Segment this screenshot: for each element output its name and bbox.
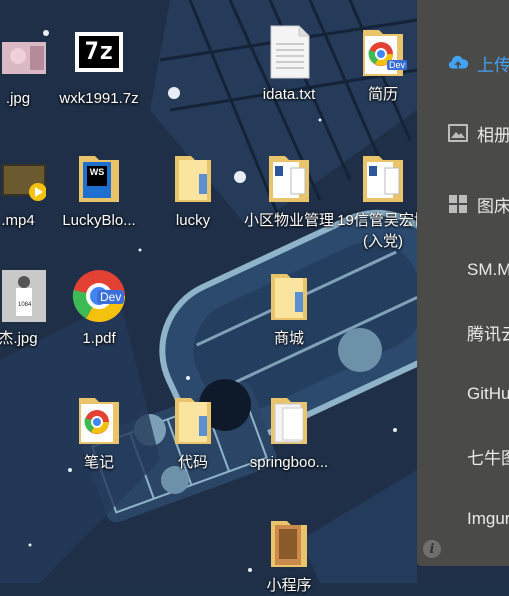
panel-item-github[interactable]: GitHub <box>417 378 509 410</box>
sevenzip-archive-icon: 7z <box>71 28 127 84</box>
folder-with-chrome-dev-icon <box>71 392 127 448</box>
desktop-icon-xiaoqu-folder[interactable]: 小区物业管理 <box>241 150 337 231</box>
photo-tag-text: 1084 <box>18 302 32 308</box>
folder-with-files-icon <box>261 392 317 448</box>
panel-item-qiniu[interactable]: 七牛图床 <box>417 440 509 472</box>
folder-with-documents-icon <box>355 150 411 206</box>
panel-item-album[interactable]: 相册 <box>417 117 509 149</box>
dev-badge: Dev <box>387 60 408 70</box>
desktop-icon-1-pdf[interactable]: Dev 1.pdf <box>51 268 147 349</box>
image-thumbnail-icon: 1084 <box>0 268 46 324</box>
folder-icon <box>165 392 221 448</box>
folder-icon <box>165 150 221 206</box>
folder-icon <box>261 268 317 324</box>
desktop-icon-daima-folder[interactable]: 代码 <box>145 392 241 473</box>
icon-label: idata.txt <box>262 86 316 103</box>
panel-item-tencent-cloud[interactable]: 腾讯云 <box>417 316 509 348</box>
icon-label: 小区物业管理 <box>243 212 334 229</box>
webstorm-badge: WS <box>89 167 105 177</box>
panel-item-label: SM.MS <box>467 260 509 279</box>
image-thumbnail-icon <box>0 28 46 84</box>
panel-item-label: GitHub <box>467 384 509 403</box>
desktop-icon-biji-folder[interactable]: 笔记 <box>51 392 147 473</box>
icon-label: 代码 <box>177 454 208 471</box>
folder-with-image-icon <box>261 515 317 571</box>
chrome-dev-pdf-icon: Dev <box>71 268 127 324</box>
icon-label: 1.pdf <box>82 330 116 347</box>
panel-item-label: 七牛图床 <box>467 448 509 468</box>
desktop-icon-luckyblog[interactable]: WS LuckyBlo... <box>51 150 147 231</box>
dev-badge: Dev <box>97 290 125 304</box>
panel-item-label: 相册 <box>477 125 509 145</box>
folder-with-documents-icon <box>261 150 317 206</box>
sevenzip-logo-text: 7z <box>84 37 114 65</box>
icon-label: 商城 <box>273 330 304 347</box>
icon-label: lucky <box>175 212 211 229</box>
desktop-icon-wxk1991-7z[interactable]: 7z wxk1991.7z <box>51 28 147 109</box>
icon-label: LuckyBlo... <box>62 212 136 229</box>
panel-item-imgur[interactable]: Imgur <box>417 503 509 535</box>
panel-item-label: 上传 <box>477 55 509 75</box>
icon-label: 小程序 <box>266 577 312 594</box>
icon-label: springboo... <box>249 454 329 471</box>
panel-item-smms[interactable]: SM.MS <box>417 254 509 286</box>
desktop-icon-idata-txt[interactable]: idata.txt <box>241 24 337 105</box>
panel-item-upload[interactable]: 上传 <box>417 47 509 79</box>
video-thumbnail-icon <box>0 150 47 206</box>
desktop-icon-shangcheng-folder[interactable]: 商城 <box>241 268 337 349</box>
desktop-icon-springboot-folder[interactable]: springboo... <box>241 392 337 473</box>
folder-with-webstorm-icon: WS <box>71 150 127 206</box>
grid-icon <box>447 193 469 215</box>
icon-label: 笔记 <box>83 454 114 471</box>
panel-item-image-host[interactable]: 图床 <box>417 188 509 220</box>
panel-item-label: Imgur <box>467 509 509 528</box>
info-icon[interactable]: i <box>423 540 441 558</box>
side-panel: 上传 相册 图床 SM.MS 腾讯云 GitHub 七牛图床 Imgur <box>417 0 509 566</box>
panel-item-label: 图床 <box>477 196 509 216</box>
icon-label: wxk1991.7z <box>59 90 139 107</box>
cloud-upload-icon <box>447 52 469 74</box>
folder-with-chrome-dev-icon: Dev <box>355 24 411 80</box>
image-icon <box>447 122 469 144</box>
desktop-icon-lucky-folder[interactable]: lucky <box>145 150 241 231</box>
desktop-icon-xiaochengxu-folder[interactable]: 小程序 <box>241 515 337 596</box>
panel-item-label: 腾讯云 <box>467 324 509 344</box>
text-file-icon <box>261 24 317 80</box>
